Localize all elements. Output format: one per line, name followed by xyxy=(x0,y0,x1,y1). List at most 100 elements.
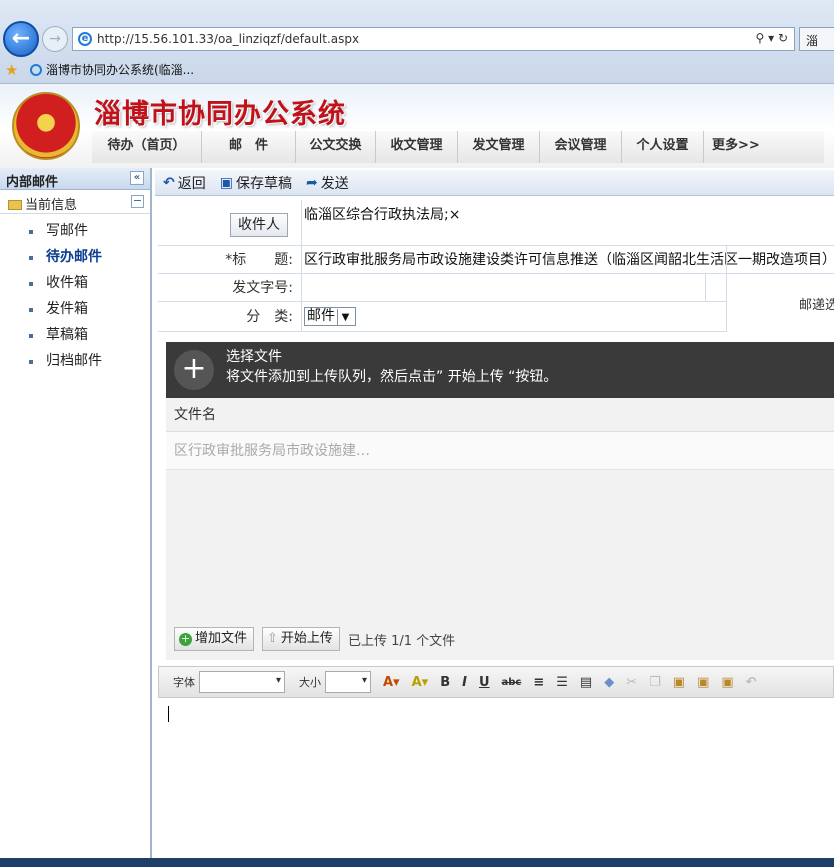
paste-icon[interactable]: ▣ xyxy=(673,675,685,690)
start-upload-button[interactable]: ⇧ 开始上传 xyxy=(262,627,340,651)
address-url[interactable]: http://15.56.101.33/oa_linziqzf/default.… xyxy=(97,32,359,46)
cut-icon[interactable]: ✂ xyxy=(626,675,637,690)
browser-window: ← → e http://15.56.101.33/oa_linziqzf/de… xyxy=(0,0,834,867)
copy-icon[interactable]: ❐ xyxy=(649,675,661,690)
strikethrough-icon[interactable]: abc xyxy=(502,677,522,688)
section-toggle-icon[interactable]: − xyxy=(131,195,144,208)
chevron-down-icon: ▼ xyxy=(337,309,353,326)
bold-icon[interactable]: B xyxy=(440,675,450,690)
message-editor[interactable] xyxy=(158,698,834,858)
nav-outgoing-docs[interactable]: 发文管理 xyxy=(458,131,540,163)
recipient-button[interactable]: 收件人 xyxy=(230,213,288,237)
address-bar[interactable]: e http://15.56.101.33/oa_linziqzf/defaul… xyxy=(72,27,795,51)
mail-toolbar: ↶ 返回 ▣ 保存草稿 ➦ 发送 xyxy=(155,170,834,196)
eraser-icon[interactable]: ◆ xyxy=(604,675,614,690)
docno-row: 发文字号: xyxy=(158,274,726,302)
send-label: 发送 xyxy=(320,175,349,192)
nav-personal-settings[interactable]: 个人设置 xyxy=(622,131,704,163)
search-refresh-icons[interactable]: ⚲ ▾ ↻ xyxy=(756,31,789,45)
sidebar-item-compose[interactable]: 写邮件 xyxy=(0,218,150,244)
sidebar-section[interactable]: 当前信息 − xyxy=(0,190,150,214)
forward-arrow-icon[interactable]: → xyxy=(42,26,68,52)
sidebar-item-pending[interactable]: 待办邮件 xyxy=(0,244,150,270)
select-file-title[interactable]: 选择文件 xyxy=(226,346,282,366)
category-label: 分 类: xyxy=(158,302,302,331)
sidebar-item-label: 收件箱 xyxy=(46,275,88,291)
floppy-disk-icon: ▣ xyxy=(219,174,233,191)
upload-footer: + 增加文件 ⇧ 开始上传 已上传 1/1 个文件 xyxy=(166,622,834,656)
sidebar-header: 内部邮件 « xyxy=(0,168,150,190)
italic-icon[interactable]: I xyxy=(462,675,467,690)
main-nav: 待办（首页） 邮 件 公文交换 收文管理 发文管理 会议管理 个人设置 更多>> xyxy=(92,131,824,163)
ie-page-icon: e xyxy=(78,32,92,46)
back-arrow-icon[interactable]: ← xyxy=(3,21,39,57)
nav-todo-home[interactable]: 待办（首页） xyxy=(92,131,202,163)
upload-status: 已上传 1/1 个文件 xyxy=(347,633,456,649)
size-select[interactable] xyxy=(325,671,371,693)
upload-hint: 将文件添加到上传队列，然后点击” 开始上传 “按钮。 xyxy=(226,369,558,385)
browser-tab[interactable]: 淄 xyxy=(799,27,834,51)
sidebar-item-drafts[interactable]: 草稿箱 xyxy=(0,322,150,348)
save-draft-button[interactable]: ▣ 保存草稿 xyxy=(220,173,298,193)
add-file-button[interactable]: + 增加文件 xyxy=(174,627,255,651)
sidebar-header-label: 内部邮件 xyxy=(6,175,59,190)
ie-page-icon xyxy=(30,64,42,76)
sidebar-item-inbox[interactable]: 收件箱 xyxy=(0,270,150,296)
favorites-bar: ★ 淄博市协同办公系统(临淄... xyxy=(0,58,834,82)
nav-mail[interactable]: 邮 件 xyxy=(202,131,296,163)
upload-header[interactable]: + 选择文件 将文件添加到上传队列，然后点击” 开始上传 “按钮。 xyxy=(166,342,834,398)
subject-label: *标 题: xyxy=(158,246,302,273)
save-draft-label: 保存草稿 xyxy=(235,175,292,192)
file-row[interactable]: 区行政审批服务局市政设施建… xyxy=(166,432,834,470)
nav-more[interactable]: 更多>> xyxy=(704,131,824,163)
upload-arrow-icon: ⇧ xyxy=(267,631,278,646)
undo-icon[interactable]: ↶ xyxy=(746,675,757,690)
sidebar-item-label: 归档邮件 xyxy=(46,353,102,369)
favorites-star-icon[interactable]: ★ xyxy=(5,61,18,79)
sidebar-section-label: 当前信息 xyxy=(25,198,78,213)
paste-text-icon[interactable]: ▣ xyxy=(697,675,709,690)
system-title: 淄博市协同办公系统 xyxy=(94,99,346,130)
recipient-field[interactable]: 临淄区综合行政执法局;× xyxy=(304,204,460,224)
sidebar-item-label: 写邮件 xyxy=(46,223,88,239)
text-caret xyxy=(168,706,169,722)
category-value: 邮件 xyxy=(307,308,335,324)
nav-incoming-docs[interactable]: 收文管理 xyxy=(376,131,458,163)
send-button[interactable]: ➦ 发送 xyxy=(306,173,355,193)
font-color-icon[interactable]: A▾ xyxy=(383,675,400,690)
file-name-column-header: 文件名 xyxy=(166,398,834,432)
favorite-link[interactable]: 淄博市协同办公系统(临淄... xyxy=(30,61,194,78)
highlight-color-icon[interactable]: A▾ xyxy=(412,675,429,690)
sidebar-item-label: 发件箱 xyxy=(46,301,88,317)
national-emblem-logo xyxy=(12,92,80,160)
docno-input[interactable] xyxy=(304,274,706,301)
sidebar-item-archive[interactable]: 归档邮件 xyxy=(0,348,150,374)
plus-icon[interactable]: + xyxy=(174,350,214,390)
sidebar-item-label: 草稿箱 xyxy=(46,327,88,343)
app-header: 淄博市协同办公系统 待办（首页） 邮 件 公文交换 收文管理 发文管理 会议管理… xyxy=(0,84,834,168)
nav-doc-exchange[interactable]: 公文交换 xyxy=(296,131,376,163)
sidebar-item-label: 待办邮件 xyxy=(46,249,102,265)
collapse-icon[interactable]: « xyxy=(130,171,144,185)
docno-label: 发文字号: xyxy=(158,274,302,301)
ordered-list-icon[interactable]: ≡ xyxy=(533,675,544,690)
font-select[interactable] xyxy=(199,671,285,693)
back-button[interactable]: ↶ 返回 xyxy=(163,173,212,193)
add-circle-icon: + xyxy=(179,632,192,646)
add-file-label: 增加文件 xyxy=(195,631,248,646)
font-label: 字体 xyxy=(173,676,195,689)
unordered-list-icon[interactable]: ☰ xyxy=(556,675,568,690)
sidebar-item-sent[interactable]: 发件箱 xyxy=(0,296,150,322)
category-select[interactable]: 邮件 ▼ xyxy=(304,307,356,326)
format-painter-icon[interactable]: ▤ xyxy=(580,675,592,690)
underline-icon[interactable]: U xyxy=(479,675,490,690)
editor-toolbar: 字体 大小 A▾ A▾ B I U abc ≡ ☰ ▤ ◆ ✂ ❐ ▣ ▣ ▣ … xyxy=(158,666,834,698)
recipient-row: 收件人 临淄区综合行政执法局;× xyxy=(158,200,834,246)
browser-toolbar: ← → e http://15.56.101.33/oa_linziqzf/de… xyxy=(0,0,834,84)
paste-word-icon[interactable]: ▣ xyxy=(721,675,733,690)
category-row: 分 类: 邮件 ▼ xyxy=(158,302,726,332)
sidebar: 内部邮件 « 当前信息 − 写邮件 待办邮件 收件箱 发件箱 草稿箱 归档邮件 xyxy=(0,168,152,867)
nav-meetings[interactable]: 会议管理 xyxy=(540,131,622,163)
send-arrow-icon: ➦ xyxy=(305,174,318,191)
favorite-link-label: 淄博市协同办公系统(临淄... xyxy=(46,63,195,77)
